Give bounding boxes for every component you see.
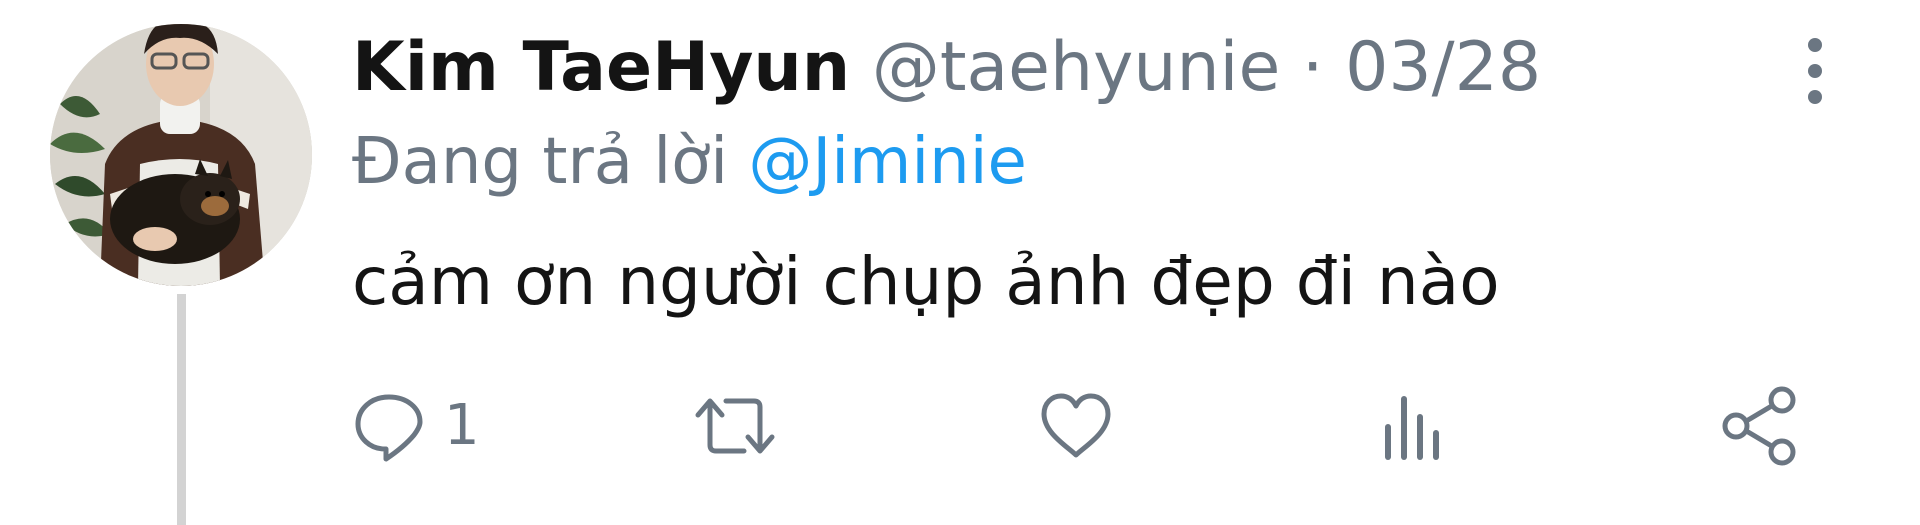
reply-icon — [352, 389, 426, 463]
analytics-icon — [1380, 389, 1444, 463]
reply-count: 1 — [444, 393, 480, 458]
share-button[interactable] — [1720, 386, 1800, 466]
retweet-button[interactable] — [690, 386, 780, 466]
tweet-date[interactable]: 03/28 — [1345, 28, 1541, 107]
more-options-icon[interactable] — [1790, 36, 1840, 106]
display-name[interactable]: Kim TaeHyun — [352, 28, 850, 107]
retweet-icon — [690, 389, 780, 463]
user-handle[interactable]: @taehyunie — [872, 28, 1280, 107]
avatar[interactable] — [50, 24, 312, 286]
reply-button[interactable]: 1 — [352, 386, 480, 466]
tweet[interactable]: Kim TaeHyun @taehyunie · 03/28 Đang trả … — [0, 0, 1920, 525]
analytics-button[interactable] — [1380, 386, 1444, 466]
separator: · — [1301, 28, 1324, 107]
mention-link[interactable]: @Jiminie — [748, 125, 1027, 199]
share-icon — [1720, 386, 1800, 466]
thread-line — [177, 294, 186, 525]
like-button[interactable] — [1038, 386, 1114, 466]
replying-to-label: Đang trả lời — [352, 125, 729, 199]
like-icon — [1038, 389, 1114, 463]
replying-to: Đang trả lời @Jiminie — [352, 122, 1027, 202]
tweet-header: Kim TaeHyun @taehyunie · 03/28 — [352, 28, 1541, 108]
tweet-text: cảm ơn người chụp ảnh đẹp đi nào — [352, 243, 1500, 320]
